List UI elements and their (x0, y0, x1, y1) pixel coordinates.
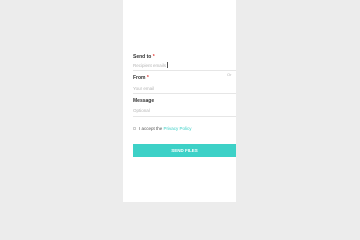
from-input[interactable]: Your email (133, 86, 154, 91)
send-to-underline (133, 70, 236, 71)
from-label: From * (133, 75, 149, 81)
terms-text: I accept the Privacy Policy (139, 126, 192, 131)
from-underline (133, 93, 236, 94)
send-to-input[interactable]: Recipient emails (133, 63, 166, 68)
message-underline (133, 116, 236, 117)
from-required-mark: * (146, 75, 149, 81)
send-to-label: Send to * (133, 54, 155, 60)
message-label: Message (133, 98, 155, 104)
send-to-required-mark: * (152, 54, 155, 60)
terms-checkbox[interactable] (133, 127, 136, 130)
transfer-form-panel: Send to * Recipient emails Or From * You… (123, 0, 236, 202)
text-cursor (167, 62, 168, 68)
message-input[interactable]: Optional (133, 108, 150, 113)
privacy-policy-link[interactable]: Privacy Policy (164, 126, 192, 131)
side-hint: Or (227, 72, 232, 77)
send-files-button[interactable]: SEND FILES (133, 144, 236, 157)
